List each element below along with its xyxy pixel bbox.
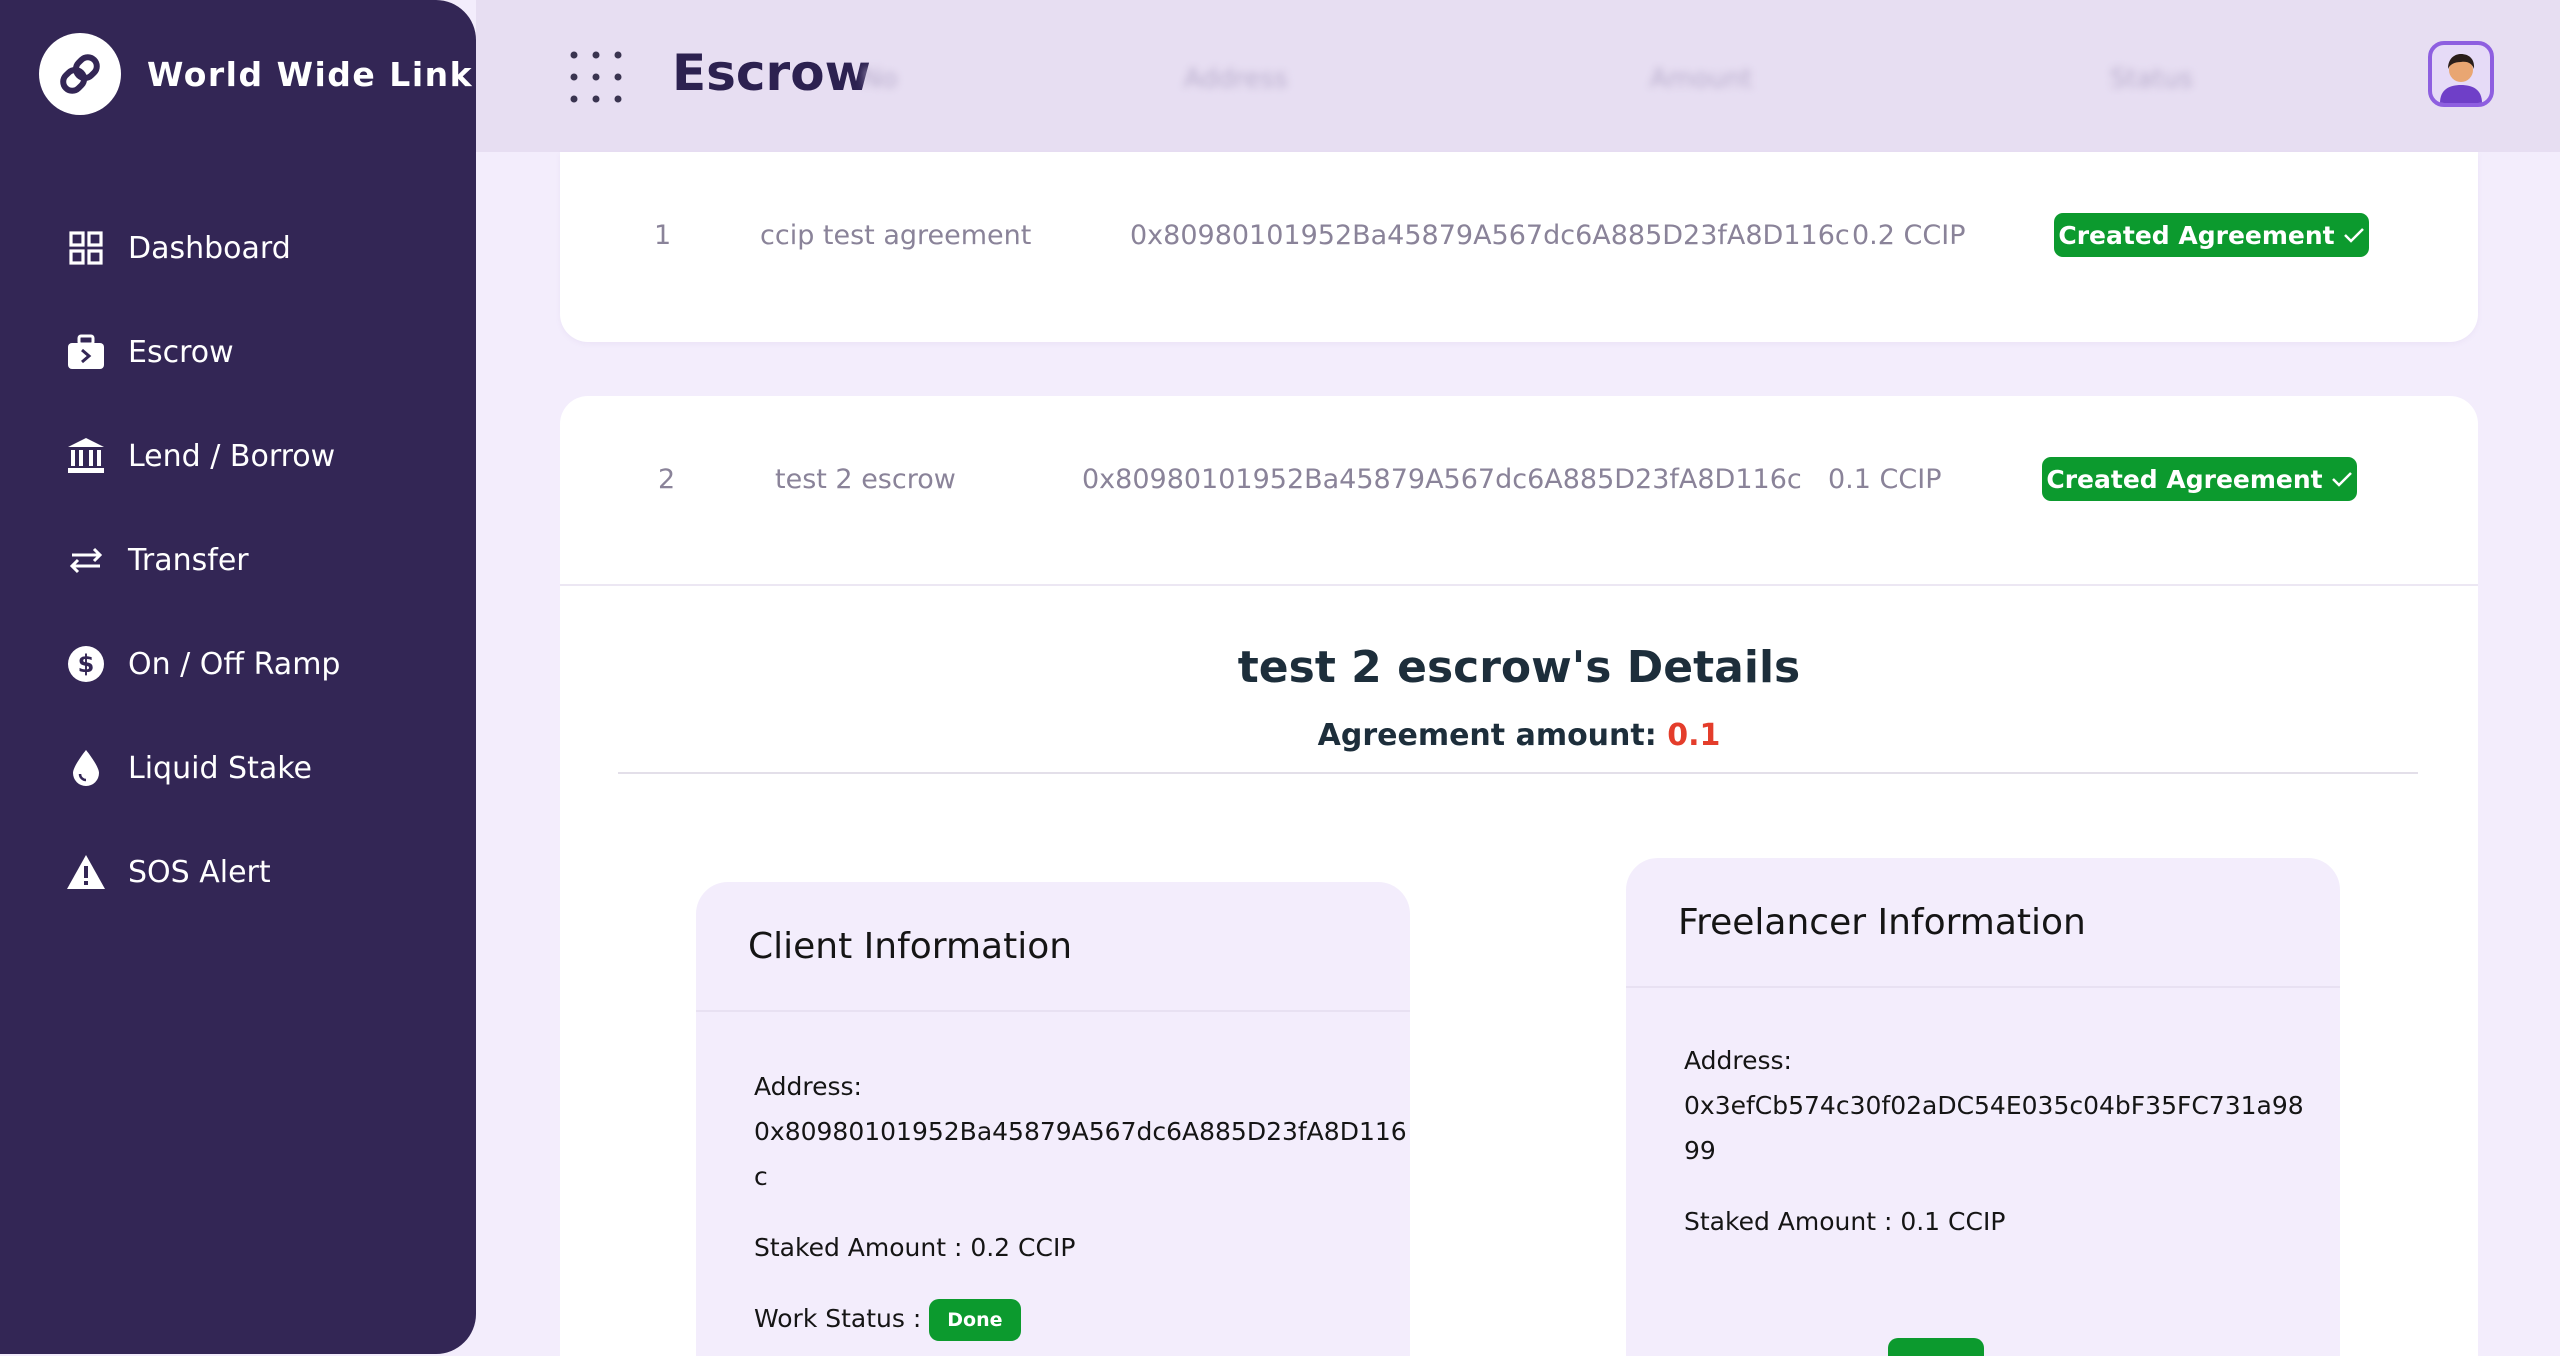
escrow-row-1[interactable]: 1 ccip test agreement 0x80980101952Ba458… <box>560 152 2478 342</box>
client-address-line1: 0x80980101952Ba45879A567dc6A885D23fA8D11… <box>754 1117 1407 1146</box>
sidebar-item-label: On / Off Ramp <box>128 646 341 682</box>
client-address-label: Address: <box>754 1072 862 1101</box>
freelancer-info-card: Freelancer Information Address: 0x3efCb5… <box>1626 858 2340 1356</box>
escrow-details-panel: test 2 escrow's Details Agreement amount… <box>560 586 2478 1356</box>
row-name: ccip test agreement <box>760 220 1032 251</box>
divider <box>618 772 2418 774</box>
sidebar-item-label: SOS Alert <box>128 854 271 890</box>
sidebar-item-label: Liquid Stake <box>128 750 312 786</box>
sidebar-item-sos-alert[interactable]: SOS Alert <box>66 820 340 924</box>
client-info-body: Address: 0x80980101952Ba45879A567dc6A885… <box>696 1012 1410 1341</box>
page-title: Escrow <box>672 44 871 102</box>
freelancer-address-line1: 0x3efCb574c30f02aDC54E035c04bF35FC731a98 <box>1684 1091 2304 1120</box>
column-header-no: No <box>862 64 898 94</box>
sidebar-item-lend-borrow[interactable]: Lend / Borrow <box>66 404 340 508</box>
freelancer-info-heading: Freelancer Information <box>1626 858 2340 988</box>
row-amount: 0.1 CCIP <box>1828 464 1942 495</box>
column-header-status: Status <box>2110 64 2193 94</box>
freelancer-info-body: Address: 0x3efCb574c30f02aDC54E035c04bF3… <box>1626 988 2340 1244</box>
details-title: test 2 escrow's Details <box>1237 642 1801 693</box>
column-header-amount: Amount <box>1650 64 1753 94</box>
chain-link-icon <box>39 33 121 115</box>
column-header-address: Address <box>1184 64 1288 94</box>
sidebar-item-label: Lend / Borrow <box>128 438 336 474</box>
agreement-amount-label: Agreement amount: <box>1317 718 1657 753</box>
sidebar-item-dashboard[interactable]: Dashboard <box>66 196 340 300</box>
row-amount: 0.2 CCIP <box>1852 220 1966 251</box>
client-info-heading: Client Information <box>696 882 1410 1012</box>
user-avatar[interactable] <box>2428 41 2494 107</box>
apps-grid-icon[interactable] <box>570 50 622 104</box>
droplet-icon <box>66 748 106 788</box>
row-address: 0x80980101952Ba45879A567dc6A885D23fA8D11… <box>1130 220 1850 251</box>
status-badge-label: Created Agreement <box>2058 220 2335 250</box>
row-name: test 2 escrow <box>775 464 956 495</box>
status-badge[interactable]: Created Agreement <box>2042 457 2357 501</box>
svg-text:$: $ <box>78 650 95 678</box>
agreement-amount-value: 0.1 <box>1667 718 1721 753</box>
bank-icon <box>66 436 106 476</box>
client-staked-amount: Staked Amount : 0.2 CCIP <box>754 1233 1076 1262</box>
sidebar-item-on-off-ramp[interactable]: $ On / Off Ramp <box>66 612 340 716</box>
sidebar-item-escrow[interactable]: Escrow <box>66 300 340 404</box>
status-badge[interactable]: Created Agreement <box>2054 213 2369 257</box>
row-address: 0x80980101952Ba45879A567dc6A885D23fA8D11… <box>1082 464 1802 495</box>
client-info-card: Client Information Address: 0x8098010195… <box>696 882 1410 1356</box>
sidebar-item-liquid-stake[interactable]: Liquid Stake <box>66 716 340 820</box>
dollar-circle-icon: $ <box>66 644 106 684</box>
checkmark-icon <box>2343 228 2364 243</box>
agreement-amount: Agreement amount: 0.1 <box>560 718 2478 753</box>
row-index: 2 <box>658 464 676 495</box>
arrows-swap-icon <box>66 540 106 580</box>
escrow-row-2[interactable]: 2 test 2 escrow 0x80980101952Ba45879A567… <box>560 396 2478 586</box>
brand[interactable]: World Wide Link <box>39 33 473 115</box>
status-badge-label: Created Agreement <box>2046 464 2323 494</box>
sidebar-item-label: Escrow <box>128 334 234 370</box>
work-status-label: Work Status : <box>754 1304 922 1333</box>
dashboard-grid-icon <box>66 228 106 268</box>
client-work-status: Work Status : Done <box>754 1296 1410 1341</box>
work-status-badge: Done <box>929 1299 1021 1341</box>
sidebar-item-transfer[interactable]: Transfer <box>66 508 340 612</box>
freelancer-staked-amount: Staked Amount : 0.1 CCIP <box>1684 1207 2006 1236</box>
checkmark-icon <box>2331 472 2352 487</box>
freelancer-address-label: Address: <box>1684 1046 1792 1075</box>
briefcase-icon <box>66 332 106 372</box>
sidebar-item-label: Transfer <box>128 542 249 578</box>
client-address-line2: c <box>754 1162 768 1191</box>
freelancer-address-line2: 99 <box>1684 1136 1716 1165</box>
sidebar-item-label: Dashboard <box>128 230 291 266</box>
row-index: 1 <box>654 220 672 251</box>
brand-name: World Wide Link <box>147 54 474 94</box>
sidebar: World Wide Link Dashboard Escrow Lend / … <box>0 0 476 1354</box>
sidebar-nav: Dashboard Escrow Lend / Borrow Transfer … <box>66 196 340 924</box>
warning-triangle-icon <box>66 852 106 892</box>
freelancer-action-button[interactable] <box>1888 1338 1984 1356</box>
